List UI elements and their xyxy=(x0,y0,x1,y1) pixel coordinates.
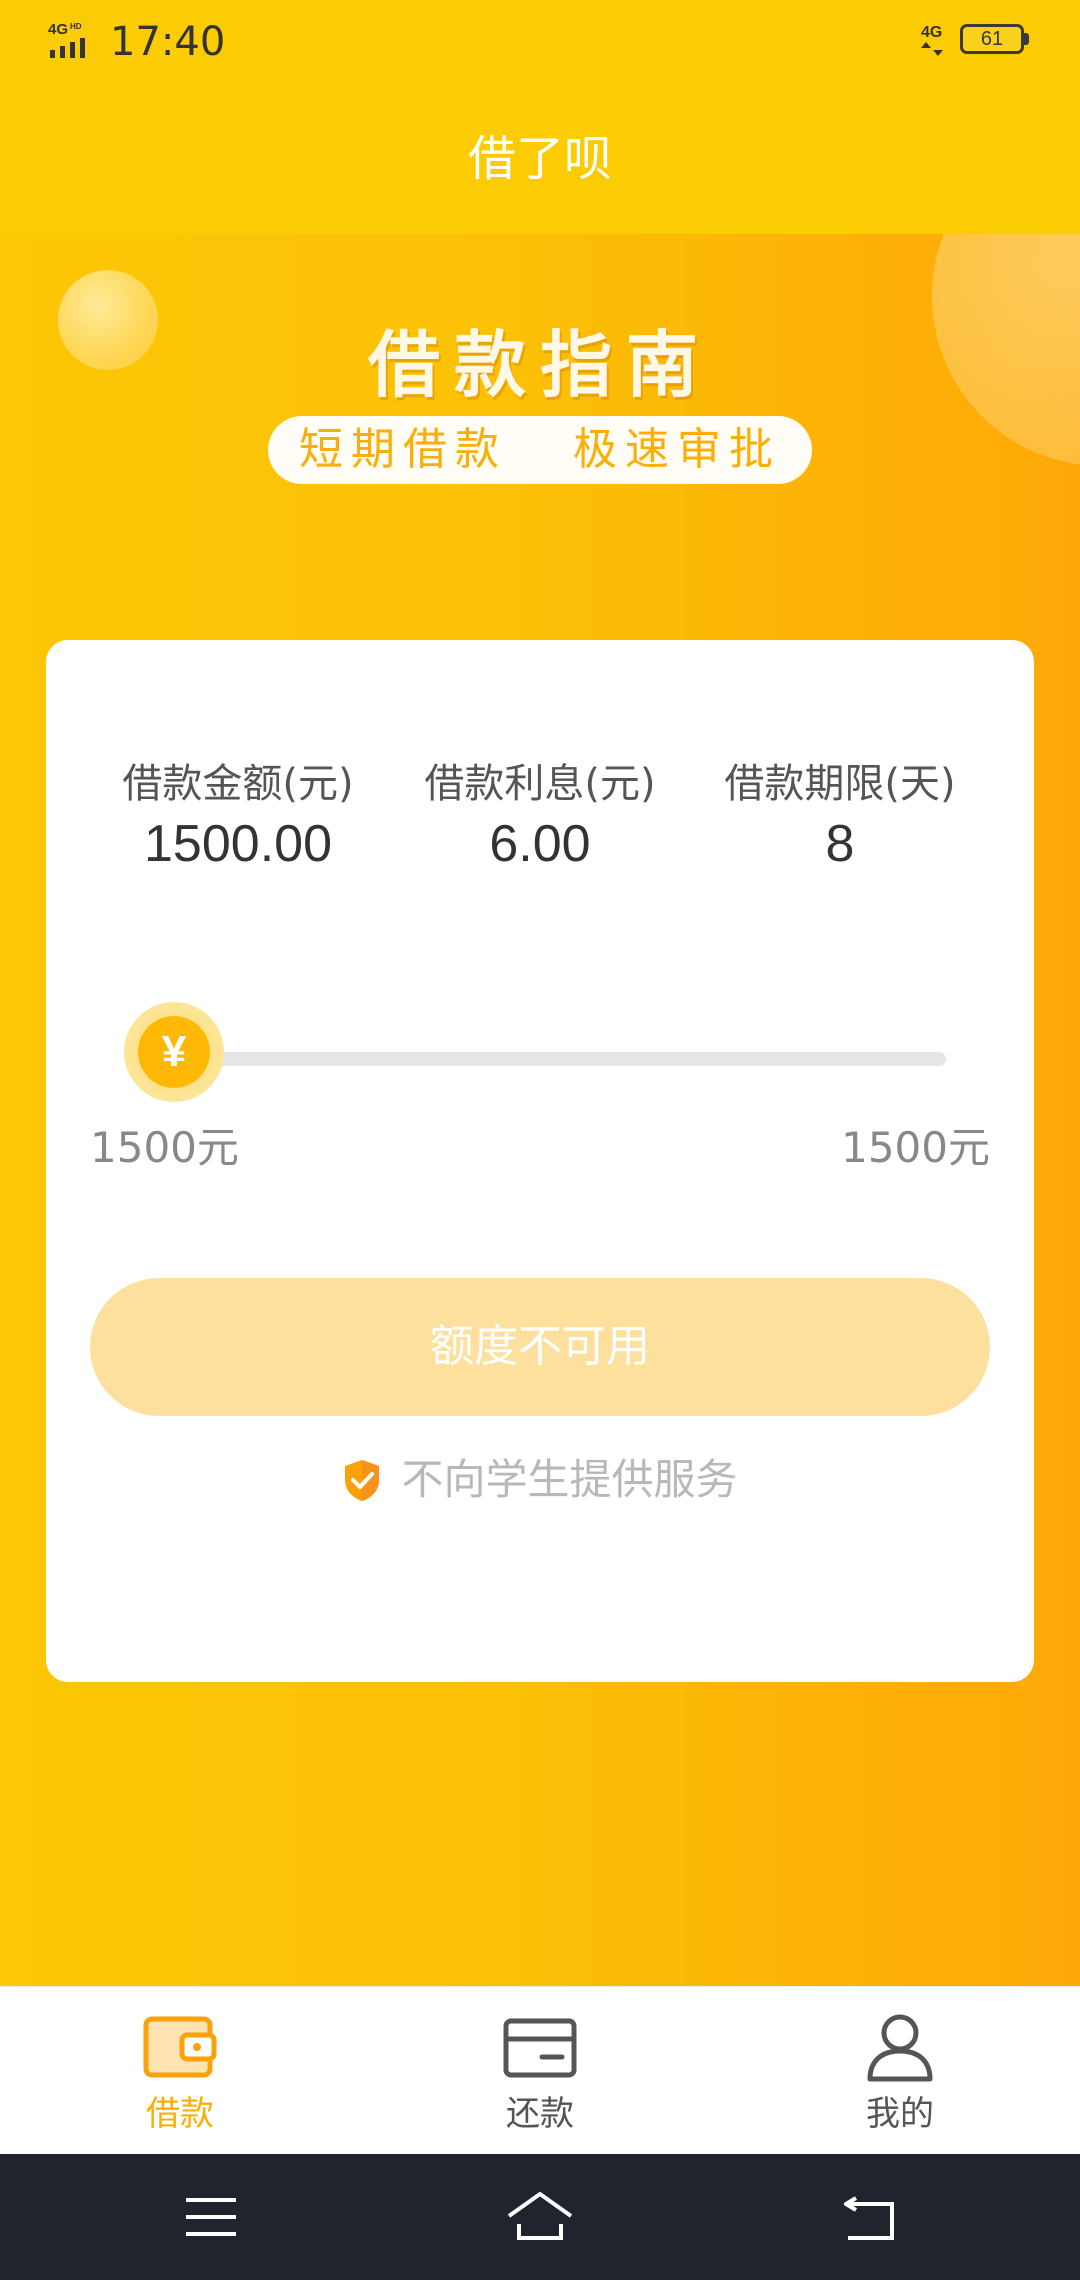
svg-text:4G: 4G xyxy=(921,24,942,41)
tab-repay-label: 还款 xyxy=(506,2094,574,2134)
tab-repay[interactable]: 还款 xyxy=(360,1987,720,2155)
status-time: 17:40 xyxy=(110,19,226,65)
shield-check-icon xyxy=(345,1460,380,1501)
loan-amount-info: 借款金额(元) 1500.00 xyxy=(88,756,388,876)
svg-text:4G: 4G xyxy=(48,21,68,38)
limit-unavailable-button[interactable]: 额度不可用 xyxy=(90,1278,990,1416)
battery-indicator: 61 xyxy=(960,24,1032,58)
guide-subtitle-pill: 短期借款 极速审批 xyxy=(268,416,812,484)
user-icon xyxy=(867,2014,933,2082)
mobile-data-icon: 4G xyxy=(921,24,943,56)
loan-interest-value: 6.00 xyxy=(489,815,591,873)
screen: 4G HD 17:40 4G 61 借了呗 借款指南 短期借款 极速审批 借款金… xyxy=(0,0,1080,2280)
loan-term-value: 8 xyxy=(825,815,855,873)
tab-profile-label: 我的 xyxy=(866,2094,934,2134)
system-nav-bar xyxy=(0,2154,1080,2280)
amount-slider-track[interactable] xyxy=(174,1052,946,1066)
battery-level: 61 xyxy=(980,28,1004,50)
slider-max-label: 1500元 xyxy=(841,1123,990,1172)
cellular-signal-icon: 4G HD xyxy=(48,21,85,58)
loan-term-info: 借款期限(天) 8 xyxy=(690,756,990,876)
slider-min-label: 1500元 xyxy=(90,1123,239,1172)
app-title: 借了呗 xyxy=(467,131,612,187)
student-notice-text: 不向学生提供服务 xyxy=(401,1455,738,1504)
loan-interest-info: 借款利息(元) 6.00 xyxy=(390,756,690,876)
svg-text:HD: HD xyxy=(70,22,82,31)
tab-borrow-label: 借款 xyxy=(146,2094,214,2134)
student-notice: 不向学生提供服务 xyxy=(46,1450,1034,1510)
title-bar: 借了呗 xyxy=(0,84,1080,234)
student-notice-row: 不向学生提供服务 xyxy=(342,1450,738,1510)
tab-borrow[interactable]: 借款 xyxy=(0,1987,360,2155)
guide-title: 借款指南 xyxy=(367,323,712,407)
amount-slider-thumb[interactable]: ¥ xyxy=(124,1002,224,1102)
yuan-icon: ¥ xyxy=(138,1016,210,1088)
guide-subtitle: 短期借款 极速审批 xyxy=(299,424,781,475)
loan-amount-label: 借款金额(元) xyxy=(122,761,354,807)
loan-interest-label: 借款利息(元) xyxy=(424,761,656,807)
status-bar: 4G HD 17:40 4G 61 xyxy=(0,0,1080,84)
tab-profile[interactable]: 我的 xyxy=(720,1987,1080,2155)
back-icon[interactable] xyxy=(834,2182,904,2252)
loan-amount-value: 1500.00 xyxy=(144,815,332,873)
card-icon xyxy=(503,2018,577,2078)
bottom-tab-bar: 借款 还款 我的 xyxy=(0,1986,1080,2155)
battery-tip xyxy=(1024,33,1029,45)
menu-icon[interactable] xyxy=(176,2182,246,2252)
loan-term-label: 借款期限(天) xyxy=(724,761,956,807)
home-icon[interactable] xyxy=(505,2182,575,2252)
wallet-icon xyxy=(143,2016,217,2078)
loan-card: 借款金额(元) 1500.00 借款利息(元) 6.00 借款期限(天) 8 ¥… xyxy=(46,640,1034,1682)
